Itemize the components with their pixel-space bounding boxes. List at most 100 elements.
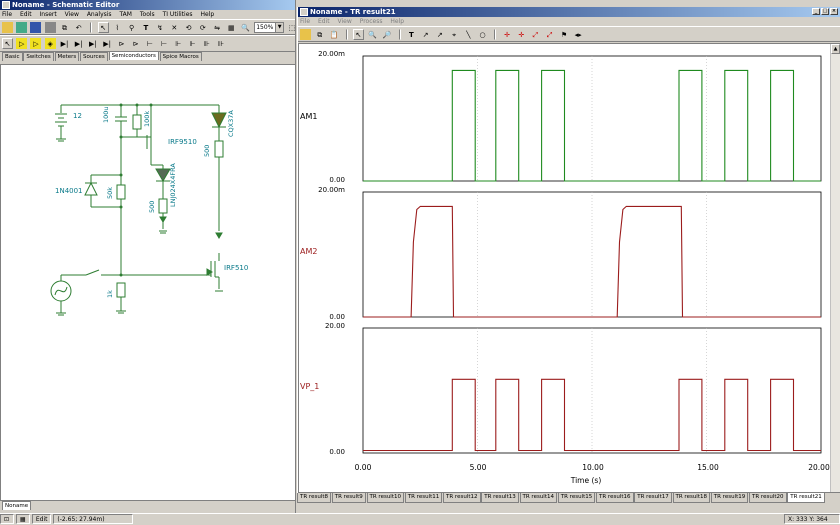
crosshair-alt-icon[interactable]: ✛ [516,29,527,40]
fit-icon[interactable]: ⬚ [286,22,297,33]
tab-tr-result14[interactable]: TR result14 [519,493,557,503]
tab-tr-result13[interactable]: TR result13 [481,493,519,503]
zoom-out-icon[interactable]: 🔎 [381,29,392,40]
menu-help[interactable]: Help [200,11,214,18]
tab-tr-result9[interactable]: TR result9 [331,493,366,503]
schematic-mode-icon[interactable]: ⊡ [0,514,14,524]
text-tool-icon[interactable]: T [406,29,417,40]
varactor-icon[interactable]: ▶| [102,38,113,49]
menu-insert[interactable]: Insert [40,11,57,18]
menu-file[interactable]: File [300,18,310,25]
tab-tr-result12[interactable]: TR result12 [443,493,481,503]
menu-view[interactable]: View [65,11,79,18]
menu-process[interactable]: Process [360,18,383,25]
vertical-scrollbar[interactable]: ▲ [830,44,840,492]
rotate-right-icon[interactable]: ⟳ [197,22,208,33]
marker-icon[interactable]: ⌖ [449,29,460,40]
tab-tr-result19[interactable]: TR result19 [710,493,749,503]
tab-meters[interactable]: Meters [54,52,80,61]
tab-semiconductors[interactable]: Semiconductors [108,51,159,60]
menu-tam[interactable]: TAM [119,11,131,18]
undo-icon[interactable]: ↶ [73,22,84,33]
chevron-down-icon[interactable]: ▼ [275,23,284,32]
schematic-titlebar[interactable]: Noname - Schematic Editor [0,0,295,10]
tab-basic[interactable]: Basic [2,52,23,61]
select-arrow-icon[interactable]: ↖ [97,22,109,33]
delete-icon[interactable]: ✕ [169,22,180,33]
grid-mode-icon[interactable]: ▦ [15,514,30,524]
menu-ti-utilities[interactable]: TI Utilities [163,11,193,18]
menu-edit[interactable]: Edit [318,18,330,25]
copy-icon[interactable]: ⧉ [314,29,325,40]
minimize-icon[interactable]: _ [812,8,820,15]
step-icon[interactable]: ◂▸ [573,29,584,40]
rotate-left-icon[interactable]: ⟲ [183,22,194,33]
flag-icon[interactable]: ⚑ [558,29,569,40]
tag-alt-icon[interactable]: ⤢ [544,29,555,40]
cursor-a-icon[interactable]: ↗ [420,29,431,40]
copy-icon[interactable]: ⧉ [59,22,70,33]
diode-icon[interactable]: ▶| [59,38,70,49]
maximize-icon[interactable]: □ [821,8,829,15]
plot-area[interactable]: 20.00m 0.00 20.00m 0.00 20.00 0.00 AM1 A… [298,43,840,493]
pmos-dep-icon[interactable]: ⊪ [216,38,227,49]
schematic-canvas[interactable]: 12 100u 100k IRF9510 CQX37A 500 LNJ024X4… [0,64,296,501]
paste-icon[interactable]: 📋 [328,29,339,40]
menu-view[interactable]: View [338,18,352,25]
pjfet-icon[interactable]: ⊢ [159,38,170,49]
tab-spice-macros[interactable]: Spice Macros [159,52,202,61]
cursor-b-icon[interactable]: ↗ [434,29,445,40]
npn-icon[interactable]: ⊳ [116,38,127,49]
zoom-icon[interactable]: 🔍 [240,22,251,33]
print-icon[interactable] [44,22,56,33]
scroll-up-icon[interactable]: ▲ [831,44,840,54]
pnp-icon[interactable]: ⊳ [130,38,141,49]
menu-tools[interactable]: Tools [140,11,155,18]
tab-noname[interactable]: Noname [2,501,32,510]
schottky-icon[interactable]: ▶| [87,38,98,49]
menu-help[interactable]: Help [390,18,404,25]
split-icon[interactable]: ↯ [155,22,166,33]
tab-tr-result18[interactable]: TR result18 [672,493,710,503]
tab-tr-result17[interactable]: TR result17 [634,493,672,503]
tab-tr-result21[interactable]: TR result21 [787,493,825,503]
close-icon[interactable]: × [830,8,838,15]
tab-tr-result8[interactable]: TR result8 [297,493,331,503]
grid-icon[interactable]: ▦ [226,22,237,33]
zener-yellow-icon[interactable]: ▷ [30,38,42,49]
tab-tr-result16[interactable]: TR result16 [596,493,634,503]
select-arrow-icon[interactable]: ↖ [352,29,364,40]
menu-file[interactable]: File [2,11,12,18]
nmos-icon[interactable]: ⊩ [173,38,184,49]
zoom-in-icon[interactable]: 🔍 [367,29,378,40]
menu-analysis[interactable]: Analysis [87,11,112,18]
pmos-icon[interactable]: ⊩ [187,38,198,49]
probe-icon[interactable]: ⚲ [126,22,137,33]
bridge-icon[interactable]: ◈ [44,38,56,49]
pointer-icon[interactable]: ↖ [2,38,13,49]
results-titlebar[interactable]: Noname - TR result21 _ □ × [298,7,840,17]
tab-tr-result11[interactable]: TR result11 [404,493,443,503]
wire-icon[interactable]: ⌇ [112,22,123,33]
zoom-select[interactable]: 150% ▼ [254,22,285,33]
line-tool-icon[interactable]: ╲ [463,29,474,40]
tab-tr-result15[interactable]: TR result15 [557,493,596,503]
njfet-icon[interactable]: ⊢ [144,38,155,49]
diode-yellow-icon[interactable]: ▷ [16,38,28,49]
tab-sources[interactable]: Sources [80,52,108,61]
circle-tool-icon[interactable]: ○ [477,29,488,40]
tab-tr-result20[interactable]: TR result20 [749,493,787,503]
save-icon[interactable] [30,22,42,33]
mirror-icon[interactable]: ⇋ [212,22,223,33]
crosshair-icon[interactable]: ✛ [502,29,513,40]
nmos-dep-icon[interactable]: ⊪ [201,38,212,49]
menu-edit[interactable]: Edit [20,11,32,18]
tab-switches[interactable]: Switches [23,52,54,61]
open-folder-icon[interactable] [300,29,311,40]
open-folder-icon[interactable] [2,22,13,33]
new-document-icon[interactable] [16,22,28,33]
text-tool-icon[interactable]: T [140,22,151,33]
tag-icon[interactable]: ⤢ [530,29,541,40]
zener-icon[interactable]: ▶| [73,38,84,49]
tab-tr-result10[interactable]: TR result10 [366,493,404,503]
